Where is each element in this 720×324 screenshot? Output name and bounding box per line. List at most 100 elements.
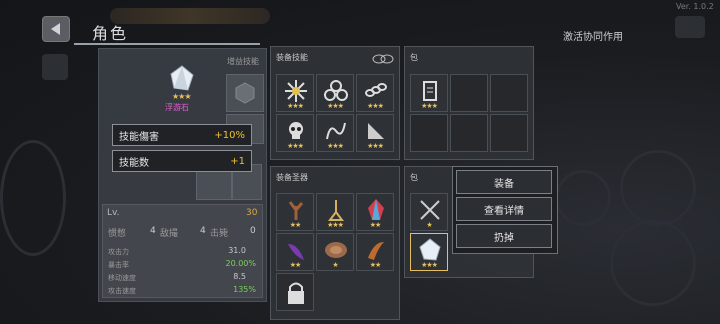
back-arrow-icon — [51, 23, 60, 35]
burst-icon — [285, 80, 307, 102]
bg-slot — [42, 54, 68, 80]
equip-button[interactable]: 装备 — [456, 170, 552, 194]
bag-slot[interactable]: ★★★ — [410, 74, 448, 112]
pause-button-bg — [675, 16, 705, 38]
meat-icon — [325, 242, 347, 258]
top-health-bar — [110, 8, 270, 24]
slot-stars: ★★★ — [287, 102, 304, 110]
bag-slot-empty[interactable] — [490, 114, 528, 152]
claw-icon — [288, 244, 304, 260]
white-gem-icon — [168, 64, 196, 92]
slot-stars: ★★ — [369, 221, 382, 229]
slot-stars: ★★★ — [327, 221, 344, 229]
zero-value: 0 — [250, 226, 256, 236]
skill-slot[interactable]: ★★★ — [316, 74, 354, 112]
bg-decoration — [0, 140, 66, 256]
bag-slot-selected[interactable]: ★★★ — [410, 233, 448, 271]
branch-icon — [288, 201, 304, 220]
bag-slot-empty[interactable] — [490, 74, 528, 112]
skill-side-label: 增益技能 — [227, 57, 259, 66]
relic-slot[interactable]: ★★ — [356, 233, 394, 271]
stat-label: 攻击速度 — [108, 287, 136, 295]
item-context-menu: 装备 查看详情 扔掉 — [452, 166, 558, 254]
scroll-icon — [423, 81, 437, 101]
slot-stars: ★★ — [289, 261, 302, 269]
chain-icon — [365, 83, 387, 97]
tooltip-label: 技能傷害 — [119, 131, 159, 143]
back-button[interactable] — [42, 16, 70, 42]
stat-label: 攻击力 — [108, 248, 129, 256]
kills-label: 惯憋 — [108, 229, 127, 239]
relic-slot[interactable]: ★★ — [356, 193, 394, 231]
other-value: 4 — [200, 226, 206, 236]
slot-stars: ★★★ — [421, 261, 438, 269]
bg-decoration — [555, 170, 611, 226]
relic-slot[interactable]: ★★ — [276, 193, 314, 231]
link-icon[interactable] — [372, 50, 394, 64]
gem-stars: ★★★ — [172, 92, 191, 101]
biohazard-icon — [324, 80, 348, 101]
relics-title: 装备圣器 — [276, 173, 308, 182]
kills-unit: 敌撮 — [160, 229, 179, 239]
view-details-button[interactable]: 查看详情 — [456, 197, 552, 221]
crystal-icon — [368, 199, 384, 220]
tooltip-row-damage: 技能傷害 +10% — [112, 124, 252, 146]
tooltip-value: +10% — [214, 129, 245, 141]
bag-bottom-title: 包 — [410, 173, 418, 182]
hexagon-icon — [235, 82, 255, 104]
skill-slot[interactable]: ★★★ — [276, 74, 314, 112]
crossed-swords-icon — [420, 200, 440, 220]
pendulum-icon — [328, 200, 344, 221]
skill-slot[interactable]: ★★★ — [356, 114, 394, 152]
gem-name: 浮游石 — [165, 103, 189, 112]
page-title: 角色 — [92, 24, 129, 43]
bag-slot-empty[interactable] — [450, 114, 488, 152]
horn-icon — [368, 242, 384, 260]
skull-icon — [289, 122, 303, 139]
stat-label: 暴击率 — [108, 261, 129, 269]
skill-slot[interactable]: ★★★ — [276, 114, 314, 152]
bg-decoration — [610, 220, 696, 306]
tooltip-row-count: 技能数 +1 — [112, 150, 252, 172]
blade-icon — [368, 123, 384, 139]
synergy-label[interactable]: 激活协同作用 — [563, 28, 623, 43]
slot-stars: ★★★ — [367, 102, 384, 110]
slot-stars: ★ — [332, 261, 338, 269]
stat-value: 8.5 — [233, 272, 246, 281]
slot-stars: ★★★ — [421, 102, 438, 110]
skill-slot[interactable]: ★★★ — [356, 74, 394, 112]
other-unit: 击毙 — [210, 229, 229, 239]
kills-value: 4 — [150, 226, 156, 236]
stat-value: 20.00% — [225, 259, 256, 268]
skills-title: 装备技能 — [276, 53, 308, 62]
level-value: 30 — [246, 208, 258, 218]
relic-slot[interactable]: ★★ — [276, 233, 314, 271]
side-skill-slot[interactable] — [226, 74, 264, 112]
bag-top-title: 包 — [410, 53, 418, 62]
version-label: Ver. 1.0.2 — [676, 2, 714, 11]
bag-slot-empty[interactable] — [410, 114, 448, 152]
white-gem-icon — [419, 238, 441, 261]
slot-stars: ★★ — [289, 221, 302, 229]
level-label: Lv. — [107, 208, 120, 218]
slot-stars: ★ — [426, 221, 432, 229]
skill-slot[interactable]: ★★★ — [316, 114, 354, 152]
discard-button[interactable]: 扔掉 — [456, 224, 552, 248]
tentacle-icon — [326, 122, 346, 140]
slot-stars: ★★★ — [367, 142, 384, 150]
locked-slot — [276, 273, 314, 311]
slot-stars: ★★ — [369, 261, 382, 269]
title-underline — [74, 43, 260, 45]
relic-slot[interactable]: ★ — [316, 233, 354, 271]
relic-slot[interactable]: ★★★ — [316, 193, 354, 231]
bg-decoration — [620, 150, 696, 226]
slot-stars: ★★★ — [327, 142, 344, 150]
slot-stars: ★★★ — [327, 102, 344, 110]
tooltip-value: +1 — [230, 155, 245, 167]
bag-slot[interactable]: ★ — [410, 193, 448, 231]
slot-stars: ★★★ — [287, 142, 304, 150]
stat-value: 31.0 — [228, 246, 246, 255]
bag-slot-empty[interactable] — [450, 74, 488, 112]
lock-icon — [288, 282, 304, 304]
stat-value: 135% — [233, 285, 256, 294]
